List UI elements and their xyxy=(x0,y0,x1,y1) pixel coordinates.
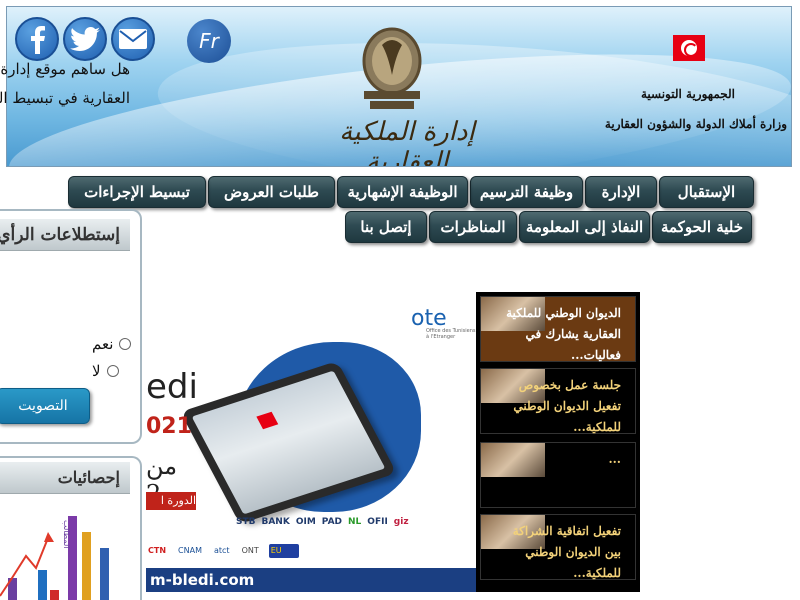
mail-icon[interactable] xyxy=(111,17,155,61)
mbledi-banner[interactable]: ote Office des Tunisiens à l'Etranger ed… xyxy=(146,292,476,592)
poll-question-line-2: العقارية في تبسيط الخدمة المقدمة xyxy=(0,89,130,107)
stat-bar xyxy=(38,570,47,600)
radio-button[interactable] xyxy=(106,365,119,377)
site-header: Fr إدارة الملكية العقارية الجمهورية التو… xyxy=(6,6,792,167)
news-title: جلسة عمل بخصوص تفعيل الديوان الوطني للمل… xyxy=(513,378,621,434)
eu-flag-icon: EU xyxy=(268,544,299,558)
poll-question-line-1: هل ساهم موقع إدارة الملكية xyxy=(0,60,130,78)
stat-bar xyxy=(100,548,109,600)
nav-home[interactable]: الإستقبال xyxy=(659,176,754,208)
sponsor-logo: NL xyxy=(348,517,362,527)
trend-arrow-icon xyxy=(44,532,54,542)
tunisia-flag-icon xyxy=(673,35,705,61)
nav-procedures[interactable]: تبسيط الإجراءات xyxy=(68,176,206,208)
twitter-icon[interactable] xyxy=(63,17,107,61)
poll-option-label: نعم xyxy=(92,335,114,353)
nav-competitions[interactable]: المناظرات xyxy=(429,211,517,243)
sponsor-logos-row: STB BANK OIM PAD NL OFII giz xyxy=(236,514,476,530)
news-item[interactable]: تفعيل اتفاقية الشراكة بين الديوان الوطني… xyxy=(480,514,636,580)
statistics-chart-thumbnail[interactable]: المطالب xyxy=(0,498,142,600)
poll-title: إستطلاعات الرأي xyxy=(0,219,130,251)
news-ticker: الديوان الوطني للملكية العقارية يشارك في… xyxy=(476,292,640,592)
poll-option-yes[interactable]: نعم xyxy=(92,335,132,353)
news-item[interactable]: جلسة عمل بخصوص تفعيل الديوان الوطني للمل… xyxy=(480,368,636,434)
nav-contact[interactable]: إتصل بنا xyxy=(345,211,427,243)
nav-governance[interactable]: خلية الحوكمة xyxy=(652,211,752,243)
banner-url-bar: m-bledi.com xyxy=(146,568,476,592)
ministry-label: وزارة أملاك الدولة والشؤون العقارية xyxy=(604,117,787,131)
nav-publicity[interactable]: الوظيفة الإشهارية xyxy=(337,176,468,208)
banner-edition-strip: الدورة ا xyxy=(146,492,196,510)
statistics-title: إحصائيات xyxy=(0,462,130,494)
nav-tenders[interactable]: طلبات العروض xyxy=(208,176,335,208)
partner-logos-row: CTN CNAM atct ONT EU xyxy=(146,542,476,560)
partner-logo: CNAM xyxy=(178,546,202,555)
banner-url: m-bledi.com xyxy=(150,571,255,589)
news-item[interactable]: ... xyxy=(480,442,636,508)
page: Fr إدارة الملكية العقارية الجمهورية التو… xyxy=(0,0,800,600)
bledi-wordmark: edi xyxy=(146,367,198,407)
french-language-button[interactable]: Fr xyxy=(187,19,231,63)
chart-bar-label: المطالب xyxy=(62,520,71,549)
sponsor-logo: OFII xyxy=(367,517,388,527)
ministry-logo-emblem xyxy=(362,27,422,109)
administration-name-calligraphy: إدارة الملكية العقارية xyxy=(339,117,475,167)
nav-registration[interactable]: وظيفة الترسيم xyxy=(470,176,583,208)
statistics-panel: إحصائيات المطالب xyxy=(0,456,142,600)
news-title: تفعيل اتفاقية الشراكة بين الديوان الوطني… xyxy=(512,524,621,580)
vote-button[interactable]: التصويت xyxy=(0,388,90,424)
sponsor-logo: STB xyxy=(236,517,256,527)
sponsor-logo: BANK xyxy=(261,517,290,527)
nav-administration[interactable]: الإدارة xyxy=(585,176,657,208)
poll-question-text: هل ساهم موقع إدارة الملكية xyxy=(0,60,130,78)
poll-option-no[interactable]: لا xyxy=(92,362,119,380)
partner-logo: CTN xyxy=(148,546,167,555)
nav-information-access[interactable]: النفاذ إلى المعلومة xyxy=(519,211,650,243)
ote-logo-subtitle: Office des Tunisiens à l'Etranger xyxy=(426,328,476,340)
radio-button[interactable] xyxy=(119,338,132,350)
sponsor-logo: PAD xyxy=(321,517,343,527)
news-title: ... xyxy=(608,452,621,466)
republic-label: الجمهورية التونسية xyxy=(640,87,735,101)
news-item[interactable]: الديوان الوطني للملكية العقارية يشارك في… xyxy=(480,296,636,362)
banner-year: 021 xyxy=(146,414,192,439)
sponsor-logo: giz xyxy=(393,517,409,527)
partner-logo: ONT xyxy=(241,546,259,555)
sponsor-logo: OIM xyxy=(295,517,316,527)
news-title: الديوان الوطني للملكية العقارية يشارك في… xyxy=(506,306,621,362)
partner-logo: atct xyxy=(213,546,230,555)
poll-option-label: لا xyxy=(92,362,101,380)
stat-bar xyxy=(50,590,59,600)
stat-bar xyxy=(82,532,91,600)
poll-question-text: العقارية في تبسيط الخدمة المقدمة xyxy=(0,89,130,107)
facebook-icon[interactable] xyxy=(15,17,59,61)
